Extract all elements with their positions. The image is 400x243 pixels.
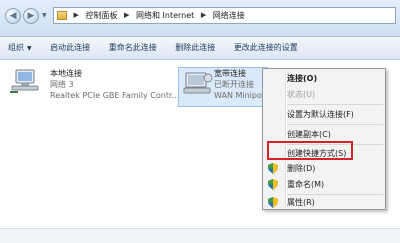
recent-pages-dropdown-icon[interactable]: ▼ [42,12,47,19]
connection-name: 宽带连接 [214,69,246,78]
menu-item-label: 删除(D) [287,164,316,173]
menu-item-create-copy[interactable]: 创建副本(C) [263,127,385,142]
menu-item-properties[interactable]: 属性(R) [263,195,385,210]
change-connection-settings-button[interactable]: 更改此连接的设置 [226,37,306,59]
command-toolbar: 组织 ▼ 启动此连接 重命名此连接 删除此连接 更改此连接的设置 [0,37,400,60]
broadband-modem-icon [183,72,213,94]
start-connection-button[interactable]: 启动此连接 [42,37,98,59]
connection-text-broadband: 宽带连接 已断开连接 WAN Minipo [214,68,262,101]
details-pane [0,228,400,243]
uac-shield-icon [268,179,278,190]
address-bar-area: ◀ ▶ ▼ ▶ 控制面板 ▶ 网络和 Internet ▶ 网络连接 [0,0,400,37]
breadcrumb-network-connections[interactable]: 网络连接 [211,8,247,23]
connection-item-local[interactable] [8,68,42,98]
connection-status: 网络 3 [50,80,74,89]
forward-button[interactable]: ▶ [23,8,39,24]
menu-item-set-default[interactable]: 设置为默认连接(F) [263,107,385,122]
context-menu: 连接(O) 状态(U) 设置为默认连接(F) 创建副本(C) 创建快捷方式(S)… [262,68,386,210]
uac-shield-icon [268,163,278,174]
delete-connection-button[interactable]: 删除此连接 [167,37,223,59]
chevron-right-icon[interactable]: ▶ [122,8,131,23]
connection-status: 已断开连接 [214,80,254,89]
connection-device: Realtek PCIe GBE Family Contr... [50,91,180,100]
chevron-right-icon[interactable]: ▶ [199,8,208,23]
breadcrumb-network-internet[interactable]: 网络和 Internet [134,8,196,23]
chevron-down-icon: ▼ [27,45,32,52]
connection-name: 本地连接 [50,69,82,78]
menu-item-delete[interactable]: 删除(D) [263,161,385,176]
menu-item-status: 状态(U) [287,90,316,99]
breadcrumb-control-panel[interactable]: 控制面板 [83,8,119,23]
menu-separator [287,104,383,105]
highlight-box [267,141,353,160]
chevron-right-icon[interactable]: ▶ [72,8,81,23]
control-panel-folder-icon [57,11,67,20]
menu-item-label: 属性(R) [287,198,315,207]
connection-text-local: 本地连接 网络 3 Realtek PCIe GBE Family Contr.… [50,68,179,101]
organize-label: 组织 [8,43,24,52]
uac-shield-icon [268,197,278,208]
organize-button[interactable]: 组织 ▼ [0,37,40,60]
connection-device: WAN Minipo [214,91,262,100]
back-button[interactable]: ◀ [5,8,21,24]
menu-item-connect[interactable]: 连接(O) [263,71,385,86]
broadband-icon-wrap [180,70,214,100]
rename-connection-button[interactable]: 重命名此连接 [101,37,165,59]
menu-separator [287,124,383,125]
address-bar[interactable]: ▶ 控制面板 ▶ 网络和 Internet ▶ 网络连接 [53,7,396,24]
menu-item-label: 重命名(M) [287,180,325,189]
network-adapter-icon [10,69,39,93]
menu-item-rename[interactable]: 重命名(M) [263,177,385,192]
